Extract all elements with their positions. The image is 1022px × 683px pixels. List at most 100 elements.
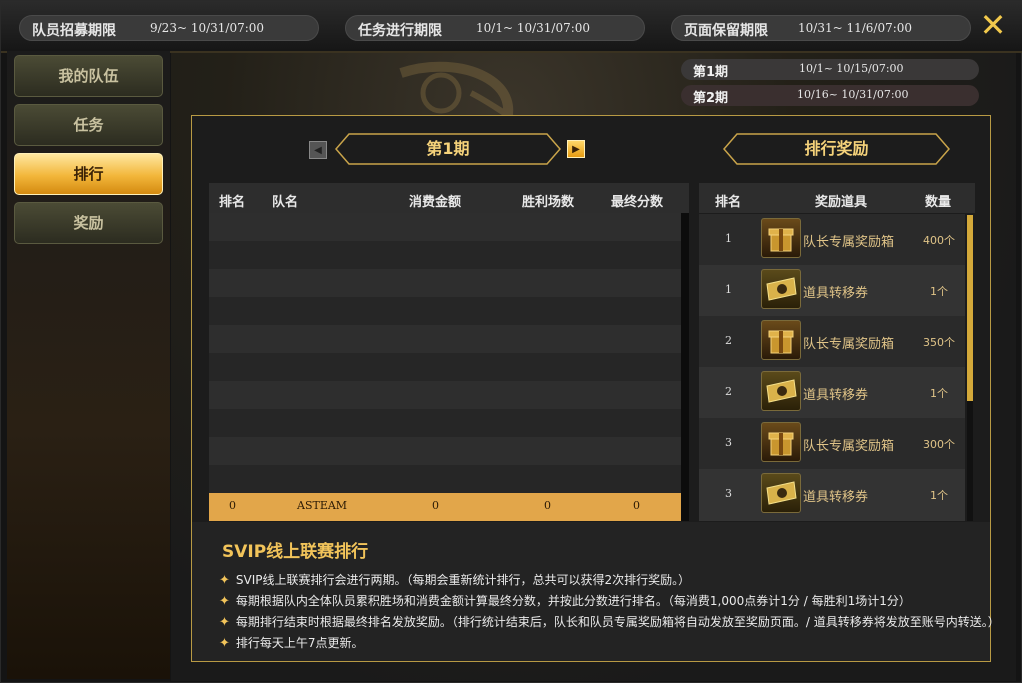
col-score: 最终分数 [611,195,664,210]
reward-row: 2 队长专属奖励箱 350个 [699,316,965,367]
my-team-row: 0 ASTEAM 0 0 0 [209,493,681,521]
rule-item: ✦ 每期根据队内全体队员累积胜场和消费金额计算最终分数，并按此分数进行排名。（每消… [219,592,911,609]
reward-table-header: 排名 奖励道具 数量 [699,183,975,213]
reward-qty: 1个 [930,489,948,502]
reward-scrollbar-thumb[interactable] [967,215,973,401]
side-nav: 我的队伍 任务 排行 奖励 [7,51,170,679]
col-team: 队名 [272,195,299,210]
reward-col-item: 奖励道具 [815,195,868,210]
period-2: 第2期 10/16~ 10/31/07:00 [681,85,979,106]
table-row [209,465,681,493]
nav-my-team[interactable]: 我的队伍 [14,55,163,97]
next-period-button[interactable]: ▶ [567,140,585,158]
period-2-label: 第2期 [693,91,729,106]
ranking-scrollbar[interactable] [681,213,689,521]
reward-qty: 1个 [930,285,948,298]
reward-item-name: 队长专属奖励箱 [803,439,895,454]
reward-col-qty: 数量 [925,195,952,210]
period-title: 第1期 [426,139,470,158]
table-row [209,325,681,353]
rule-item: ✦ SVIP线上联赛排行会进行两期。（每期会重新统计排行，总共可以获得2次排行奖励… [219,571,690,588]
table-row [209,241,681,269]
star-bullet-icon: ✦ [219,594,230,609]
reward-rank: 3 [725,436,732,449]
rule-item: ✦ 排行每天上午7点更新。 [219,634,364,651]
recruit-period-value: 9/23~ 10/31/07:00 [150,21,265,35]
table-row [209,297,681,325]
event-window: 队员招募期限 9/23~ 10/31/07:00 任务进行期限 10/1~ 10… [0,0,1022,683]
ticket-icon[interactable] [761,473,801,513]
reward-qty: 300个 [923,438,955,451]
reward-col-rank: 排名 [715,195,742,210]
period-1-value: 10/1~ 10/15/07:00 [799,62,904,75]
description-title: SVIP线上联赛排行 [222,542,369,562]
reward-row: 1 队长专属奖励箱 400个 [699,214,965,265]
gift-box-icon[interactable] [761,320,801,360]
reward-rank: 3 [725,487,732,500]
reward-rank: 1 [725,283,732,296]
reward-rank: 2 [725,334,732,347]
table-row [209,213,681,241]
top-bar: 队员招募期限 9/23~ 10/31/07:00 任务进行期限 10/1~ 10… [1,1,1022,53]
keep-period-value: 10/31~ 11/6/07:00 [798,21,913,35]
table-row [209,381,681,409]
prev-period-button[interactable]: ◀ [309,141,327,159]
my-spend: 0 [432,499,439,512]
reward-title-banner: 排行奖励 [723,133,950,165]
reward-rank: 1 [725,232,732,245]
star-bullet-icon: ✦ [219,573,230,588]
reward-title: 排行奖励 [804,139,869,158]
reward-item-name: 队长专属奖励箱 [803,235,895,250]
ticket-icon[interactable] [761,371,801,411]
ranking-table-header: 排名 队名 消费金额 胜利场数 最终分数 [209,183,689,213]
rule-text: SVIP线上联赛排行会进行两期。（每期会重新统计排行，总共可以获得2次排行奖励。… [235,573,691,587]
recruit-period: 队员招募期限 9/23~ 10/31/07:00 [19,15,319,41]
close-icon[interactable]: ✕ [977,9,1009,41]
reward-item-name: 队长专属奖励箱 [803,337,895,352]
col-spend: 消费金额 [409,195,462,210]
period-1: 第1期 10/1~ 10/15/07:00 [681,59,979,80]
table-row [209,437,681,465]
star-bullet-icon: ✦ [219,615,230,630]
my-score: 0 [633,499,640,512]
nav-reward[interactable]: 奖励 [14,202,163,244]
keep-period: 页面保留期限 10/31~ 11/6/07:00 [671,15,971,41]
task-period: 任务进行期限 10/1~ 10/31/07:00 [345,15,645,41]
task-period-label: 任务进行期限 [358,23,442,39]
reward-item-name: 道具转移券 [803,388,869,403]
period-1-label: 第1期 [693,65,729,80]
reward-qty: 350个 [923,336,955,349]
ticket-icon[interactable] [761,269,801,309]
rule-text: 每期排行结束时根据最终排名发放奖励。（排行统计结束后，队长和队员专属奖励箱将自动… [235,615,1000,629]
reward-row: 1 道具转移券 1个 [699,265,965,316]
reward-qty: 400个 [923,234,955,247]
rule-text: 每期根据队内全体队员累积胜场和消费金额计算最终分数，并按此分数进行排名。（每消费… [235,594,911,608]
reward-row: 3 道具转移券 1个 [699,469,965,521]
nav-task[interactable]: 任务 [14,104,163,146]
reward-qty: 1个 [930,387,948,400]
gift-box-icon[interactable] [761,218,801,258]
rule-text: 排行每天上午7点更新。 [235,636,364,650]
keep-period-label: 页面保留期限 [684,23,768,39]
reward-item-name: 道具转移券 [803,286,869,301]
col-rank: 排名 [219,195,246,210]
table-row [209,409,681,437]
period-2-value: 10/16~ 10/31/07:00 [797,88,909,101]
reward-row: 2 道具转移券 1个 [699,367,965,418]
reward-row: 3 队长专属奖励箱 300个 [699,418,965,469]
table-row [209,269,681,297]
my-rank: 0 [229,499,236,512]
period-title-banner: 第1期 [335,133,561,165]
rule-item: ✦ 每期排行结束时根据最终排名发放奖励。（排行统计结束后，队长和队员专属奖励箱将自… [219,613,1000,630]
recruit-period-label: 队员招募期限 [32,23,116,39]
table-row [209,353,681,381]
col-wins: 胜利场数 [522,195,575,210]
gift-box-icon[interactable] [761,422,801,462]
reward-item-name: 道具转移券 [803,490,869,505]
my-wins: 0 [544,499,551,512]
task-period-value: 10/1~ 10/31/07:00 [476,21,591,35]
star-bullet-icon: ✦ [219,636,230,651]
reward-rank: 2 [725,385,732,398]
my-team-name: ASTEAM [297,499,348,512]
nav-ranking[interactable]: 排行 [14,153,163,195]
